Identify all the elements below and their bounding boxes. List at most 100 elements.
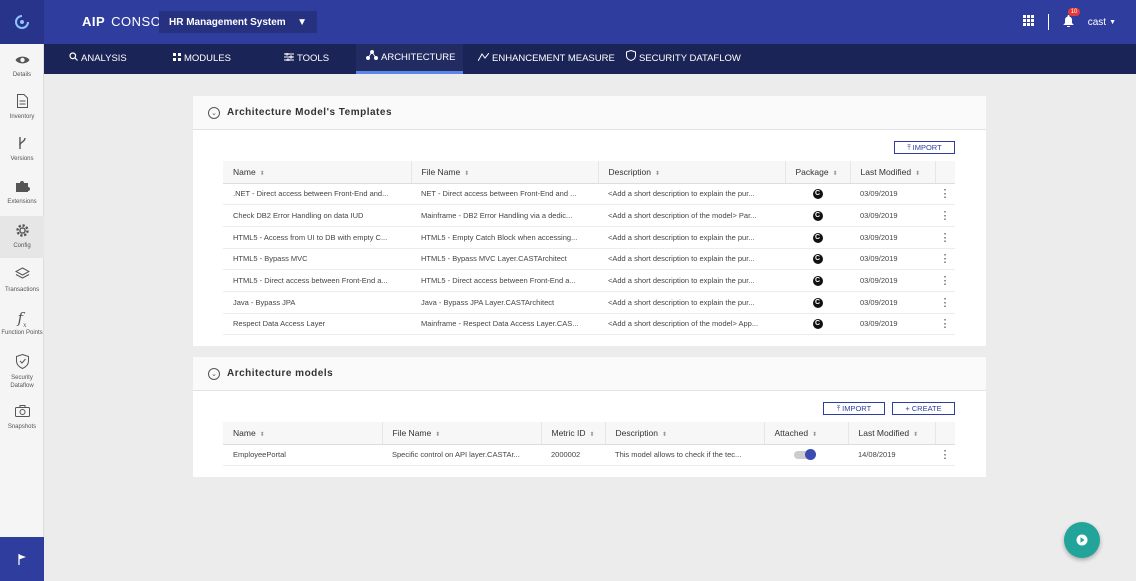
shield-icon bbox=[0, 353, 44, 372]
document-icon bbox=[0, 94, 44, 112]
application-select[interactable]: HR Management System ▼ bbox=[159, 11, 317, 33]
import-template-button[interactable]: ⤒ IMPORT bbox=[894, 141, 955, 154]
cast-package-icon: C bbox=[812, 276, 823, 287]
row-menu-icon[interactable]: ⋮ bbox=[935, 313, 955, 336]
templates-panel-title: Architecture Model's Templates bbox=[227, 107, 393, 118]
column-header-name[interactable]: Name ⬍ bbox=[223, 422, 383, 445]
tab-enhancement-measure[interactable]: ENHANCEMENT MEASURE bbox=[477, 44, 615, 74]
create-model-button[interactable]: + CREATE bbox=[892, 402, 955, 415]
template-description: <Add a short description to explain the … bbox=[598, 183, 785, 206]
sidebar-item-versions[interactable]: Versions bbox=[0, 136, 44, 162]
sidebar-item-config[interactable]: Config bbox=[0, 216, 44, 258]
sidebar-item-extensions[interactable]: Extensions bbox=[0, 179, 44, 205]
top-bar: AIP CONSOLE HR Management System ▼ 10 cas… bbox=[0, 0, 1136, 44]
sidebar-item-details[interactable]: Details bbox=[0, 52, 44, 78]
user-menu[interactable]: cast ▼ bbox=[1088, 17, 1116, 28]
template-name: HTML5 - Access from UI to DB with empty … bbox=[223, 226, 411, 249]
sidebar-item-transactions[interactable]: Transactions bbox=[0, 267, 44, 293]
row-menu-icon[interactable]: ⋮ bbox=[935, 204, 955, 227]
tab-analysis[interactable]: ANALYSIS bbox=[69, 44, 127, 74]
table-row[interactable]: .NET - Direct access between Front-End a… bbox=[223, 183, 955, 206]
sort-icon: ⬍ bbox=[812, 431, 818, 438]
table-row[interactable]: Respect Data Access Layer Mainframe - Res… bbox=[223, 313, 955, 336]
package-cell: C bbox=[785, 291, 850, 314]
caret-down-icon: ▼ bbox=[297, 16, 307, 28]
tab-security-dataflow[interactable]: SECURITY DATAFLOW bbox=[626, 44, 741, 74]
play-icon bbox=[1076, 534, 1088, 546]
toggle-knob bbox=[805, 449, 816, 461]
table-row[interactable]: HTML5 - Access from UI to DB with empty … bbox=[223, 226, 955, 249]
table-row[interactable]: EmployeePortal Specific control on API la… bbox=[223, 444, 955, 467]
template-name: HTML5 - Bypass MVC bbox=[223, 248, 411, 271]
sidebar-item-snapshots[interactable]: Snapshots bbox=[0, 404, 44, 430]
models-table: Name ⬍ File Name ⬍ Metric ID ⬍ Description ⬍… bbox=[223, 422, 955, 467]
sort-icon: ⬍ bbox=[915, 170, 921, 177]
attached-cell bbox=[764, 444, 848, 467]
row-menu-icon[interactable]: ⋮ bbox=[935, 248, 955, 271]
template-description: <Add a short description to explain the … bbox=[598, 248, 785, 271]
template-last-modified: 03/09/2019 bbox=[850, 313, 935, 336]
collapse-chevron-icon[interactable]: ⌄ bbox=[208, 367, 220, 380]
column-header-name[interactable]: Name ⬍ bbox=[223, 161, 412, 184]
model-file-name: Specific control on API layer.CASTAr... bbox=[382, 444, 541, 467]
template-last-modified: 03/09/2019 bbox=[850, 248, 935, 271]
sidebar: Details Inventory Versions Extensions Co… bbox=[0, 44, 44, 581]
branch-icon bbox=[0, 136, 44, 154]
flag-button[interactable] bbox=[0, 537, 44, 581]
model-metric-id: 2000002 bbox=[541, 444, 605, 467]
column-header-file-name[interactable]: File Name ⬍ bbox=[382, 422, 542, 445]
sort-icon: ⬍ bbox=[259, 431, 265, 438]
template-file-name: Mainframe - Respect Data Access Layer.CA… bbox=[411, 313, 598, 336]
gear-icon bbox=[0, 223, 44, 241]
table-row[interactable]: HTML5 - Bypass MVC HTML5 - Bypass MVC Lay… bbox=[223, 248, 955, 271]
templates-panel-header[interactable]: ⌄ Architecture Model's Templates bbox=[193, 96, 986, 130]
templates-panel: ⌄ Architecture Model's Templates ⤒ IMPOR… bbox=[193, 96, 986, 346]
attached-toggle[interactable] bbox=[794, 449, 816, 461]
apps-grid-icon[interactable] bbox=[1022, 15, 1034, 29]
cast-package-icon: C bbox=[812, 211, 823, 222]
column-header-file-name[interactable]: File Name ⬍ bbox=[411, 161, 599, 184]
sidebar-item-function-points[interactable]: fx Function Points bbox=[0, 309, 44, 337]
row-menu-icon[interactable]: ⋮ bbox=[935, 444, 955, 467]
collapse-chevron-icon[interactable]: ⌄ bbox=[208, 106, 220, 119]
row-menu-icon[interactable]: ⋮ bbox=[935, 269, 955, 292]
models-panel-header[interactable]: ⌄ Architecture models bbox=[193, 357, 986, 391]
tab-architecture[interactable]: ARCHITECTURE bbox=[356, 44, 463, 74]
row-menu-icon[interactable]: ⋮ bbox=[935, 291, 955, 314]
column-header-metric-id[interactable]: Metric ID ⬍ bbox=[541, 422, 606, 445]
template-description: <Add a short description of the model> A… bbox=[598, 313, 785, 336]
column-header-package[interactable]: Package ⬍ bbox=[785, 161, 851, 184]
cast-package-icon: C bbox=[812, 254, 823, 265]
sort-icon: ⬍ bbox=[259, 170, 265, 177]
notifications-bell-icon[interactable]: 10 bbox=[1063, 8, 1081, 29]
run-button[interactable] bbox=[1064, 522, 1100, 558]
column-header-description[interactable]: Description ⬍ bbox=[598, 161, 786, 184]
table-row[interactable]: HTML5 - Direct access between Front-End … bbox=[223, 269, 955, 292]
template-description: <Add a short description to explain the … bbox=[598, 291, 785, 314]
column-header-description[interactable]: Description ⬍ bbox=[605, 422, 765, 445]
column-header-actions bbox=[935, 161, 955, 184]
logo-icon[interactable] bbox=[0, 0, 44, 44]
column-header-last-modified[interactable]: Last Modified ⬍ bbox=[848, 422, 936, 445]
package-cell: C bbox=[785, 204, 850, 227]
sort-icon: ⬍ bbox=[662, 431, 668, 438]
template-file-name: NET - Direct access between Front-End an… bbox=[411, 183, 598, 206]
table-row[interactable]: Java - Bypass JPA Java - Bypass JPA Layer… bbox=[223, 291, 955, 314]
row-menu-icon[interactable]: ⋮ bbox=[935, 226, 955, 249]
import-model-button[interactable]: ⤒ IMPORT bbox=[823, 402, 885, 415]
column-header-last-modified[interactable]: Last Modified ⬍ bbox=[850, 161, 936, 184]
table-row[interactable]: Check DB2 Error Handling on data IUD Main… bbox=[223, 204, 955, 227]
template-file-name: HTML5 - Bypass MVC Layer.CASTArchitect bbox=[411, 248, 598, 271]
tab-modules[interactable]: MODULES bbox=[173, 44, 231, 74]
column-header-attached[interactable]: Attached ⬍ bbox=[764, 422, 849, 445]
sidebar-item-inventory[interactable]: Inventory bbox=[0, 94, 44, 120]
package-cell: C bbox=[785, 269, 850, 292]
flag-icon bbox=[17, 553, 26, 565]
template-name: .NET - Direct access between Front-End a… bbox=[223, 183, 411, 206]
row-menu-icon[interactable]: ⋮ bbox=[935, 183, 955, 206]
eye-icon bbox=[0, 52, 44, 70]
sidebar-item-security-dataflow[interactable]: Security Dataflow bbox=[0, 353, 44, 390]
tab-tools[interactable]: TOOLS bbox=[284, 44, 329, 74]
tools-icon bbox=[284, 44, 294, 74]
enhancement-icon bbox=[477, 44, 490, 74]
